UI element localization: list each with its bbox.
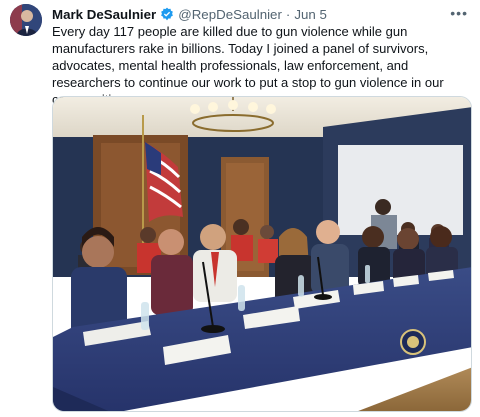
author-name[interactable]: Mark DeSaulnier <box>52 7 156 22</box>
dot-separator: · <box>285 6 291 22</box>
capitol-seal-icon <box>400 329 426 355</box>
tweet-card[interactable]: Mark DeSaulnier @RepDeSaulnier · Jun 5 •… <box>0 0 480 417</box>
avatar[interactable] <box>10 4 42 36</box>
more-options-icon[interactable]: ••• <box>450 5 468 21</box>
tweet-date[interactable]: Jun 5 <box>294 7 327 22</box>
verified-badge-icon <box>160 7 174 21</box>
tweet-photo[interactable] <box>52 96 472 412</box>
author-handle[interactable]: @RepDeSaulnier <box>178 7 282 22</box>
tweet-header: Mark DeSaulnier @RepDeSaulnier · Jun 5 <box>52 5 470 23</box>
